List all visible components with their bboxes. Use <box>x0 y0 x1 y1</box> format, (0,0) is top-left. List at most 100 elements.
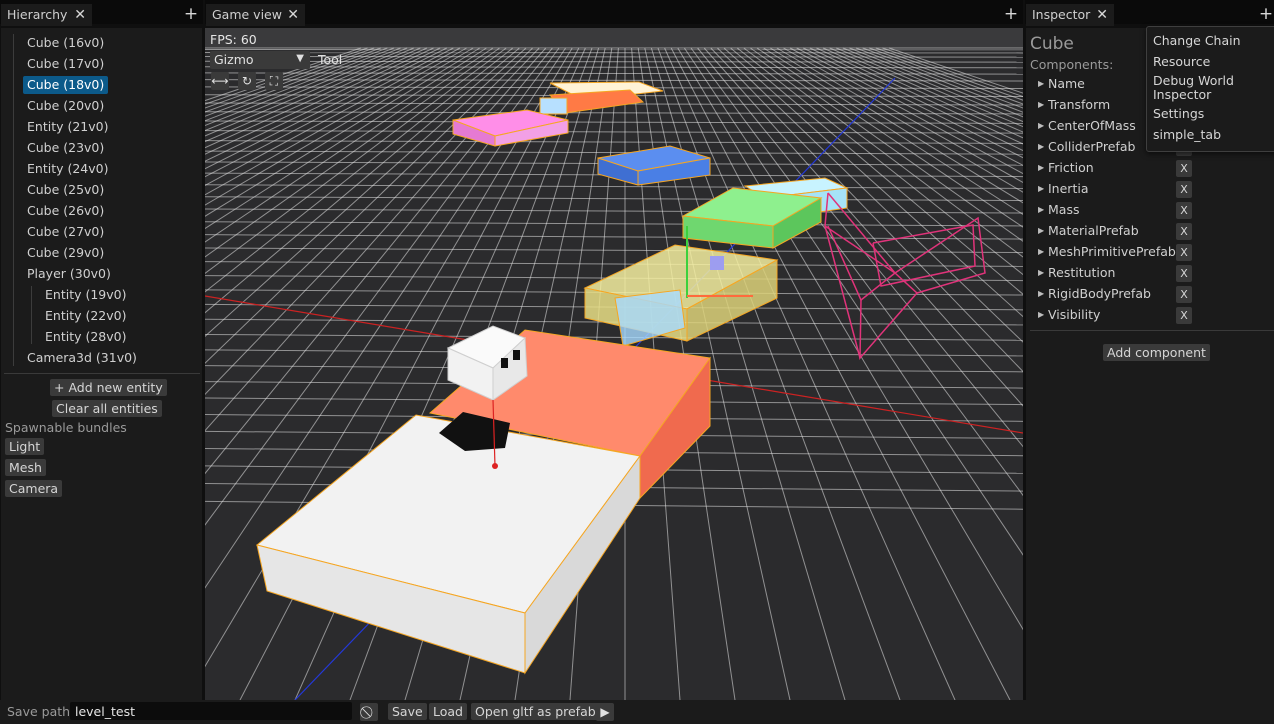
menu-item-simple-tab[interactable]: simple_tab <box>1153 128 1221 142</box>
rotate-icon[interactable]: ↻ <box>238 72 256 90</box>
component-row[interactable]: ▶ Mass <box>1038 201 1079 219</box>
chevron-right-icon: ▶ <box>1038 79 1045 88</box>
component-label: Friction <box>1048 160 1094 175</box>
menu-item-resource[interactable]: Resource <box>1153 55 1210 69</box>
open-gltf-button[interactable]: Open gltf as prefab <box>471 703 600 720</box>
tab-hierarchy[interactable]: Hierarchy ✕ <box>1 4 92 26</box>
viewport[interactable]: FPS: 60 Gizmo ▼ Tool ⟷ ↻ ⛶ <box>205 28 1023 700</box>
hierarchy-item[interactable]: Cube (29v0) <box>23 244 108 262</box>
gizmo-select-value: Gizmo <box>214 52 254 67</box>
tree-guide <box>13 34 14 366</box>
remove-component-button[interactable]: X <box>1176 160 1192 177</box>
hierarchy-item[interactable]: Entity (22v0) <box>41 307 130 325</box>
add-tab-icon[interactable]: + <box>1001 4 1021 24</box>
hierarchy-item[interactable]: Cube (18v0) <box>23 76 109 94</box>
component-row[interactable]: ▶ MaterialPrefab <box>1038 222 1139 240</box>
remove-component-button[interactable]: X <box>1176 244 1192 261</box>
add-component-button[interactable]: Add component <box>1103 344 1210 361</box>
save-path-value: level_test <box>75 704 135 719</box>
add-tab-icon[interactable]: + <box>181 4 201 24</box>
add-new-entity-button[interactable]: + Add new entity <box>50 379 167 396</box>
component-row[interactable]: ▶ Transform <box>1038 96 1110 114</box>
tab-inspector[interactable]: Inspector ✕ <box>1026 4 1114 26</box>
hierarchy-item[interactable]: Entity (28v0) <box>41 328 130 346</box>
components-label: Components: <box>1030 57 1114 72</box>
close-icon[interactable]: ✕ <box>74 4 86 26</box>
save-path-label: Save path: <box>7 704 75 719</box>
cube-far-lightblue <box>539 97 568 115</box>
remove-component-button[interactable]: X <box>1176 307 1192 324</box>
component-label: ColliderPrefab <box>1048 139 1136 154</box>
hierarchy-item[interactable]: Cube (26v0) <box>23 202 108 220</box>
hierarchy-item[interactable]: Cube (27v0) <box>23 223 108 241</box>
bundle-light-button[interactable]: Light <box>5 438 45 455</box>
remove-component-button[interactable]: X <box>1176 223 1192 240</box>
gameview-tabbar <box>205 0 1023 24</box>
component-row[interactable]: ▶ MeshPrimitivePrefab <box>1038 243 1176 261</box>
hierarchy-item[interactable]: Camera3d (31v0) <box>23 349 141 367</box>
chevron-right-icon: ▶ <box>1038 142 1045 151</box>
component-row[interactable]: ▶ RigidBodyPrefab <box>1038 285 1151 303</box>
hierarchy-item[interactable]: Cube (23v0) <box>23 139 108 157</box>
hierarchy-item[interactable]: Entity (24v0) <box>23 160 112 178</box>
scene-render <box>205 28 1023 700</box>
clear-all-entities-button[interactable]: Clear all entities <box>52 400 162 417</box>
save-path-input[interactable]: level_test <box>70 702 352 720</box>
player-eye <box>513 350 520 360</box>
menu-item-change-chain[interactable]: Change Chain <box>1153 34 1241 48</box>
chevron-right-icon: ▶ <box>1038 247 1045 256</box>
save-button[interactable]: Save <box>388 703 427 720</box>
hierarchy-item[interactable]: Entity (19v0) <box>41 286 130 304</box>
hierarchy-item[interactable]: Cube (17v0) <box>23 55 108 73</box>
component-label: Inertia <box>1048 181 1089 196</box>
component-label: Mass <box>1048 202 1080 217</box>
chevron-right-icon: ▶ <box>1038 184 1045 193</box>
chevron-right-icon: ▶ <box>1038 310 1045 319</box>
add-tab-icon[interactable]: + <box>1256 4 1274 24</box>
bundle-mesh-button[interactable]: Mesh <box>5 459 46 476</box>
component-label: MaterialPrefab <box>1048 223 1139 238</box>
close-icon[interactable]: ✕ <box>1096 4 1108 26</box>
component-row[interactable]: ▶ Inertia <box>1038 180 1088 198</box>
remove-component-button[interactable]: X <box>1176 202 1192 219</box>
gizmo-plane-handle <box>710 256 724 270</box>
translate-icon[interactable]: ⟷ <box>211 72 229 90</box>
component-label: Visibility <box>1048 307 1101 322</box>
component-label: CenterOfMass <box>1048 118 1136 133</box>
remove-component-button[interactable]: X <box>1176 181 1192 198</box>
play-icon[interactable]: ▶ <box>596 703 614 721</box>
player-eye <box>501 358 508 368</box>
sky-band <box>205 28 1023 48</box>
component-row[interactable]: ▶ Name <box>1038 75 1085 93</box>
hierarchy-item[interactable]: Entity (21v0) <box>23 118 112 136</box>
component-row[interactable]: ▶ Friction <box>1038 159 1094 177</box>
remove-component-button[interactable]: X <box>1176 286 1192 303</box>
scale-icon[interactable]: ⛶ <box>265 72 283 90</box>
chevron-right-icon: ▶ <box>1038 163 1045 172</box>
load-button[interactable]: Load <box>429 703 467 720</box>
gizmo-select[interactable]: Gizmo ▼ <box>210 51 310 69</box>
tab-hierarchy-label: Hierarchy <box>7 7 68 22</box>
tab-game-view[interactable]: Game view ✕ <box>206 4 305 26</box>
hierarchy-item[interactable]: Cube (16v0) <box>23 34 108 52</box>
clear-path-icon[interactable]: ⃠ <box>360 703 378 721</box>
component-row[interactable]: ▶ CenterOfMass <box>1038 117 1136 135</box>
remove-component-button[interactable]: X <box>1176 265 1192 282</box>
component-label: Transform <box>1048 97 1111 112</box>
component-row[interactable]: ▶ Restitution <box>1038 264 1115 282</box>
component-row[interactable]: ▶ ColliderPrefab <box>1038 138 1135 156</box>
hierarchy-item[interactable]: Cube (20v0) <box>23 97 108 115</box>
menu-item-settings[interactable]: Settings <box>1153 107 1204 121</box>
chevron-down-icon: ▼ <box>296 53 304 64</box>
component-row[interactable]: ▶ Visibility <box>1038 306 1100 324</box>
bundle-camera-button[interactable]: Camera <box>5 480 63 497</box>
divider <box>1030 330 1274 331</box>
chevron-right-icon: ▶ <box>1038 226 1045 235</box>
hierarchy-item[interactable]: Cube (25v0) <box>23 181 108 199</box>
menu-item-debug-world-inspector[interactable]: Debug World Inspector <box>1153 74 1234 102</box>
chevron-right-icon: ▶ <box>1038 205 1045 214</box>
hierarchy-item[interactable]: Player (30v0) <box>23 265 115 283</box>
tab-inspector-label: Inspector <box>1032 7 1091 22</box>
inspector-entity-name: Cube <box>1030 34 1074 54</box>
close-icon[interactable]: ✕ <box>287 4 299 26</box>
